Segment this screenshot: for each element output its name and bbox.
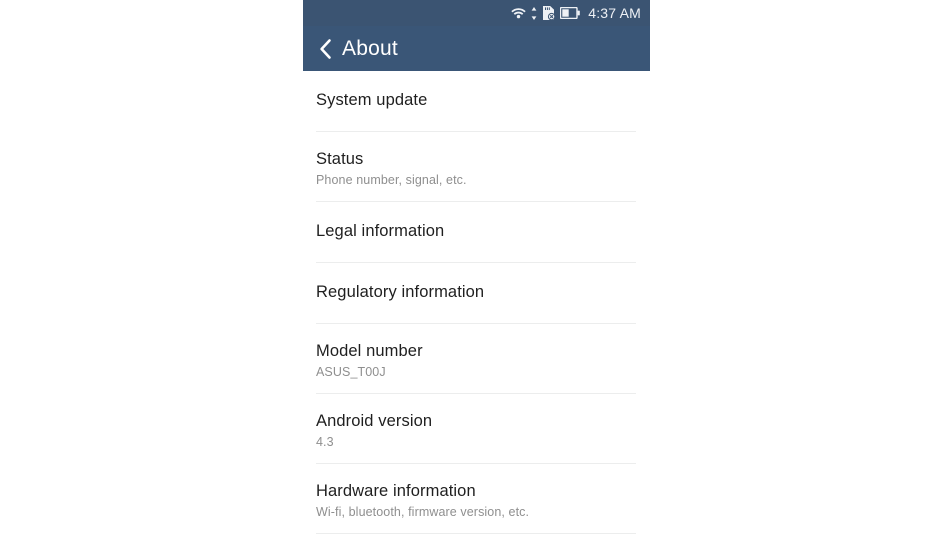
data-transfer-icon [531,6,537,20]
list-item-subtitle: 4.3 [316,435,334,449]
list-item-subtitle: Wi-fi, bluetooth, firmware version, etc. [316,505,530,519]
list-item-system-update[interactable]: System update [303,71,650,132]
list-item-regulatory-information[interactable]: Regulatory information [303,263,650,324]
list-item-title: Regulatory information [316,283,485,301]
list-item-status[interactable]: Status Phone number, signal, etc. [303,132,650,202]
status-bar: 4:37 AM [303,0,650,26]
list-item-legal-information[interactable]: Legal information [303,202,650,263]
list-item-title: Android version [316,412,433,430]
status-bar-time: 4:37 AM [588,5,641,21]
battery-icon [560,6,581,20]
list-item-software-information[interactable]: Software information Baseband, kernel ve… [303,534,650,550]
phone-screen: 4:37 AM About System update Status Phone… [303,0,650,550]
list-item-android-version[interactable]: Android version 4.3 [303,394,650,464]
list-item-model-number[interactable]: Model number ASUS_T00J [303,324,650,394]
page-title: About [342,36,398,60]
list-item-title: Hardware information [316,482,476,500]
title-bar: About [303,26,650,71]
settings-list: System update Status Phone number, signa… [303,71,650,550]
list-item-title: System update [316,91,428,109]
list-item-title: Status [316,150,364,168]
sd-card-error-icon [542,6,556,21]
back-chevron-icon[interactable] [317,38,333,60]
list-item-hardware-information[interactable]: Hardware information Wi-fi, bluetooth, f… [303,464,650,534]
wifi-icon [511,7,526,19]
status-bar-icons [511,6,581,21]
list-item-subtitle: ASUS_T00J [316,365,386,379]
list-item-subtitle: Phone number, signal, etc. [316,173,467,187]
list-item-title: Legal information [316,222,445,240]
list-item-title: Model number [316,342,423,360]
